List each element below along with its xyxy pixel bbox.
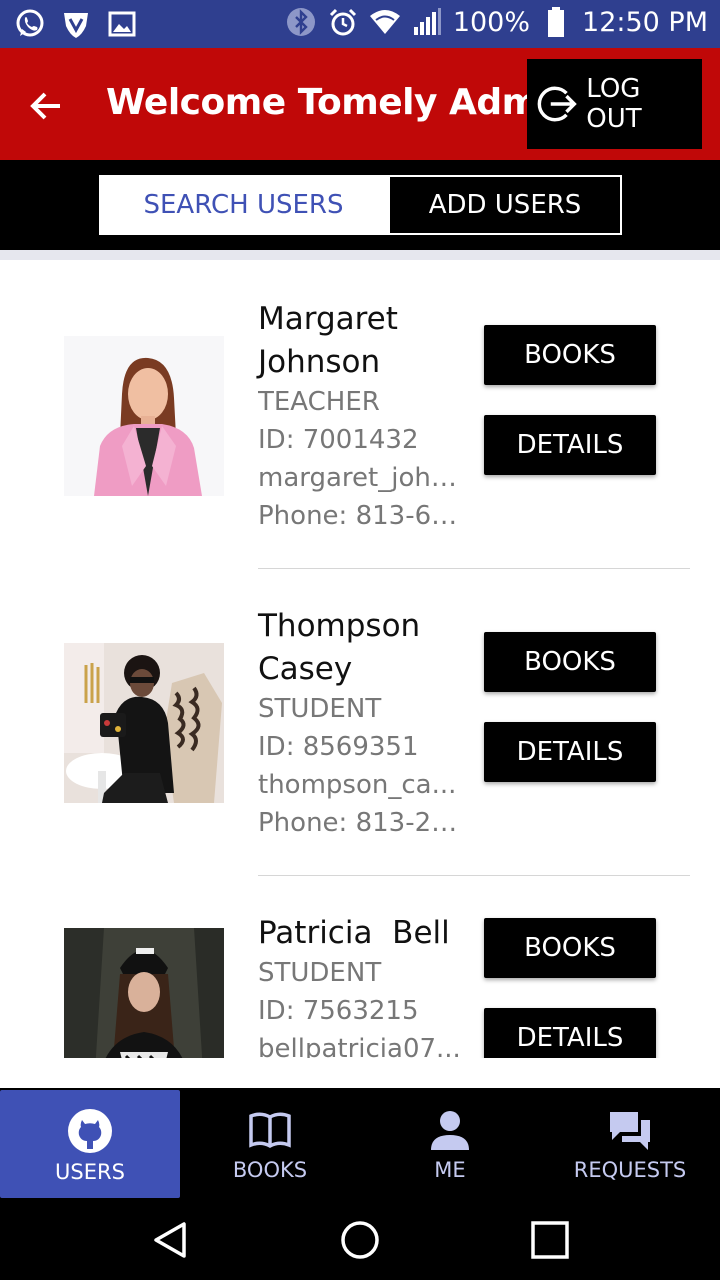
system-nav-bar bbox=[0, 1200, 720, 1280]
nav-label: ME bbox=[434, 1158, 466, 1182]
tab-add-users[interactable]: ADD USERS bbox=[388, 175, 622, 235]
nav-label: BOOKS bbox=[232, 1158, 308, 1182]
nav-users[interactable]: USERS bbox=[0, 1090, 180, 1198]
row-divider bbox=[258, 875, 690, 876]
logout-label: LOG OUT bbox=[586, 74, 642, 134]
tab-search-users[interactable]: SEARCH USERS bbox=[99, 175, 388, 235]
nav-label: REQUESTS bbox=[573, 1158, 687, 1182]
system-back-button[interactable] bbox=[146, 1218, 194, 1262]
avatar bbox=[64, 336, 224, 496]
gallery-icon bbox=[106, 8, 138, 40]
alarm-icon bbox=[327, 6, 359, 38]
square-recents-icon bbox=[531, 1221, 569, 1259]
arrow-back-icon bbox=[30, 92, 60, 120]
divider bbox=[0, 250, 720, 260]
user-role: STUDENT bbox=[258, 958, 382, 988]
nav-books[interactable]: BOOKS bbox=[180, 1090, 360, 1198]
user-email: thompson_ca... bbox=[258, 770, 457, 800]
user-id: ID: 8569351 bbox=[258, 732, 419, 762]
book-icon bbox=[249, 1112, 291, 1149]
app-bar: Welcome Tomely Admin LOG OUT bbox=[0, 48, 720, 160]
bluetooth-icon bbox=[285, 6, 317, 38]
row-divider bbox=[258, 568, 690, 569]
user-phone: Phone: 813-22... bbox=[258, 808, 463, 838]
user-role: STUDENT bbox=[258, 694, 382, 724]
nav-label: USERS bbox=[55, 1160, 125, 1184]
battery-percent: 100% bbox=[452, 6, 531, 38]
books-button[interactable]: BOOKS bbox=[484, 632, 656, 692]
nav-me[interactable]: ME bbox=[360, 1090, 540, 1198]
status-bar: 100% 12:50 PM bbox=[0, 0, 720, 48]
user-id: ID: 7001432 bbox=[258, 425, 419, 455]
vpn-shield-icon bbox=[60, 8, 92, 40]
person-icon bbox=[431, 1111, 469, 1150]
system-recents-button[interactable] bbox=[526, 1218, 574, 1262]
page-title: Welcome Tomely Admin bbox=[106, 82, 576, 123]
details-button[interactable]: DETAILS bbox=[484, 722, 656, 782]
whatsapp-icon bbox=[14, 8, 46, 40]
user-role: TEACHER bbox=[258, 387, 380, 417]
user-name: Margaret Johnson bbox=[258, 301, 398, 380]
triangle-back-icon bbox=[154, 1222, 186, 1258]
user-name: Patricia Bell bbox=[258, 915, 450, 951]
avatar bbox=[64, 643, 224, 803]
books-button[interactable]: BOOKS bbox=[484, 918, 656, 978]
nav-requests[interactable]: REQUESTS bbox=[540, 1090, 720, 1198]
avatar bbox=[64, 928, 224, 1058]
chat-icon bbox=[610, 1112, 650, 1150]
user-list[interactable]: Margaret Johnson TEACHER ID: 7001432 mar… bbox=[0, 260, 720, 1058]
bottom-nav: USERS BOOKS ME REQUESTS bbox=[0, 1088, 720, 1200]
user-name: Thompson Casey bbox=[258, 608, 421, 687]
user-email: bellpatricia07... bbox=[258, 1034, 461, 1058]
clock: 12:50 PM bbox=[582, 6, 708, 38]
tab-strip: SEARCH USERS ADD USERS bbox=[0, 160, 720, 250]
logout-icon bbox=[537, 86, 577, 122]
signal-icon bbox=[411, 6, 443, 38]
system-home-button[interactable] bbox=[336, 1218, 384, 1262]
user-email: margaret_john... bbox=[258, 463, 463, 493]
user-id: ID: 7563215 bbox=[258, 996, 419, 1026]
wifi-icon bbox=[369, 6, 401, 38]
books-button[interactable]: BOOKS bbox=[484, 325, 656, 385]
circle-home-icon bbox=[341, 1221, 379, 1259]
user-phone: Phone: 813-66... bbox=[258, 501, 463, 531]
back-button[interactable] bbox=[24, 84, 68, 128]
battery-icon bbox=[540, 6, 572, 38]
details-button[interactable]: DETAILS bbox=[484, 1008, 656, 1058]
details-button[interactable]: DETAILS bbox=[484, 415, 656, 475]
github-icon bbox=[68, 1109, 112, 1153]
logout-button[interactable]: LOG OUT bbox=[527, 59, 702, 149]
